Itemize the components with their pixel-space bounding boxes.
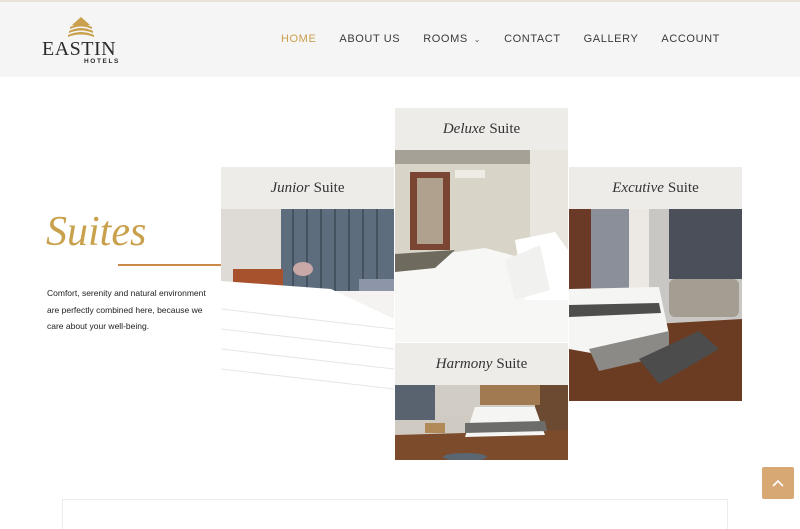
deluxe-suite-emphasis: Deluxe: [442, 120, 486, 137]
nav-contact[interactable]: CONTACT: [504, 33, 561, 45]
harmony-suite-label: Suite: [496, 355, 528, 372]
nav-gallery-label: GALLERY: [583, 33, 639, 45]
nav-rooms-label: ROOMS: [423, 33, 468, 45]
eastin-logo[interactable]: EASTIN HOTELS: [42, 16, 122, 68]
back-to-top-button[interactable]: [762, 467, 794, 499]
junior-suite-label: Suite: [313, 179, 345, 196]
nav-about-us-label: ABOUT US: [339, 33, 401, 45]
logo-mark-icon: [68, 17, 94, 37]
harmony-suite-title: Harmony Suite: [395, 343, 568, 385]
deluxe-suite-title: Deluxe Suite: [395, 108, 568, 150]
arrow-up-icon: [772, 479, 784, 487]
nav-account[interactable]: ACCOUNT: [661, 33, 720, 45]
deluxe-suite-photo: [395, 150, 568, 342]
harmony-suite-emphasis: Harmony: [435, 355, 493, 372]
nav-home-label: HOME: [280, 33, 317, 45]
nav-contact-label: CONTACT: [504, 33, 561, 45]
junior-suite-card[interactable]: Junior Suite: [221, 167, 394, 401]
deluxe-suite-label: Suite: [489, 120, 521, 137]
chevron-down-icon: ⌄: [473, 34, 482, 44]
nav-home[interactable]: HOME: [281, 33, 316, 45]
nav-gallery[interactable]: GALLERY: [584, 33, 639, 45]
executive-suite-label: Suite: [667, 179, 699, 196]
suites-description: Comfort, serenity and natural environmen…: [47, 288, 206, 331]
brand-subtitle: HOTELS: [84, 58, 120, 65]
junior-suite-title: Junior Suite: [221, 167, 394, 209]
deluxe-suite-card[interactable]: Deluxe Suite: [395, 108, 568, 342]
nav-about-us[interactable]: ABOUT US: [339, 33, 400, 45]
main-nav: HOME ABOUT US ROOMS ⌄ CONTACT GALLERY AC…: [258, 33, 720, 45]
next-section-frame: [62, 499, 728, 529]
harmony-suite-card[interactable]: Harmony Suite: [395, 343, 568, 460]
junior-suite-photo: [221, 209, 394, 401]
harmony-suite-photo: [395, 385, 568, 460]
junior-suite-emphasis: Junior: [270, 179, 310, 196]
executive-suite-photo: [569, 209, 742, 401]
executive-suite-emphasis: Excutive: [612, 179, 664, 196]
executive-suite-card[interactable]: Excutive Suite: [569, 167, 742, 401]
site-header: EASTIN HOTELS HOME ABOUT US ROOMS ⌄ CONT…: [0, 0, 800, 77]
suites-heading: Suites: [46, 209, 147, 255]
nav-account-label: ACCOUNT: [661, 33, 720, 45]
executive-suite-title: Excutive Suite: [569, 167, 742, 209]
nav-rooms[interactable]: ROOMS ⌄: [423, 33, 481, 45]
